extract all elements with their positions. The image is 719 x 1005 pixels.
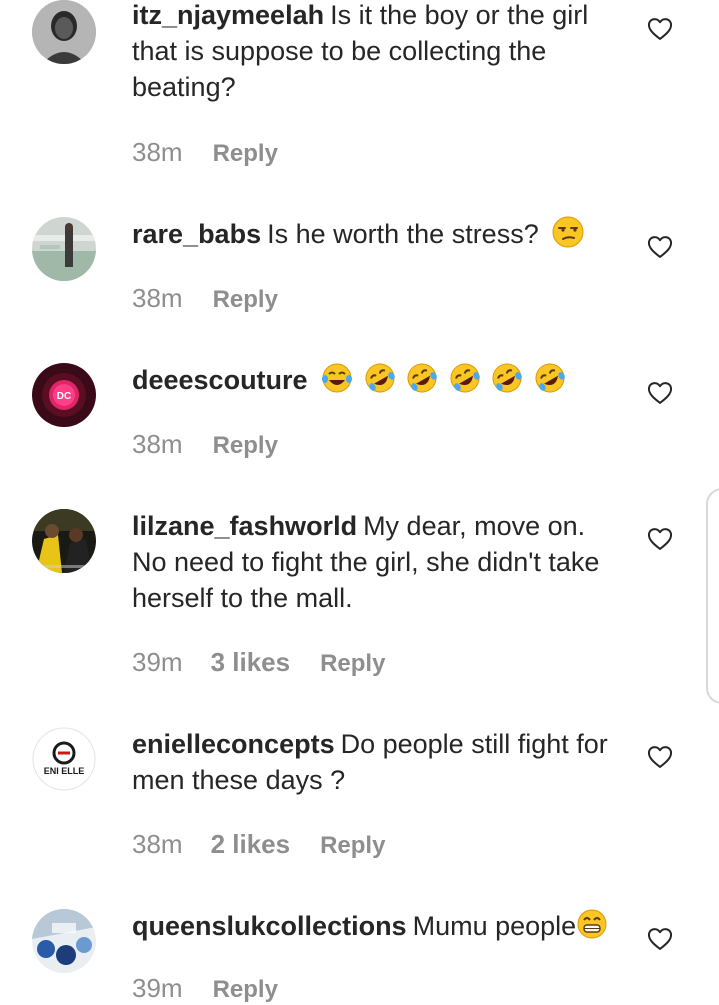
avatar[interactable]: ENI ELLE bbox=[32, 727, 96, 791]
reply-button[interactable]: Reply bbox=[213, 431, 278, 461]
reply-button[interactable]: Reply bbox=[213, 285, 278, 315]
unamused-face-icon bbox=[552, 216, 584, 248]
comment-text: Mumu people bbox=[412, 911, 577, 941]
rolling-on-floor-laughing-icon bbox=[492, 363, 522, 393]
side-panel-handle[interactable] bbox=[706, 488, 719, 704]
avatar-logo-text: ENI ELLE bbox=[44, 766, 85, 776]
comment-username[interactable]: enielleconcepts bbox=[132, 729, 335, 759]
likes-count[interactable]: 3 likes bbox=[211, 647, 291, 677]
heart-outline-icon[interactable] bbox=[646, 15, 674, 43]
rolling-on-floor-laughing-icon bbox=[450, 363, 480, 393]
reply-button[interactable]: Reply bbox=[320, 649, 385, 679]
avatar[interactable] bbox=[32, 217, 96, 281]
comment-meta: 39m 3 likes Reply bbox=[132, 647, 385, 679]
comment-username[interactable]: queenslukcollections bbox=[132, 911, 407, 941]
comment-username[interactable]: deeescouture bbox=[132, 365, 308, 395]
comment-text: Is he worth the stress? bbox=[267, 219, 539, 249]
heart-outline-icon[interactable] bbox=[646, 925, 674, 953]
rolling-on-floor-laughing-icon bbox=[407, 363, 437, 393]
comment-text-block: itz_njaymeelah Is it the boy or the girl … bbox=[132, 0, 622, 105]
rolling-on-floor-laughing-icon bbox=[365, 363, 395, 393]
likes-count[interactable]: 2 likes bbox=[211, 829, 291, 859]
comment-meta: 38m 2 likes Reply bbox=[132, 829, 385, 861]
comment-text-block: queenslukcollections Mumu people bbox=[132, 908, 622, 944]
reply-button[interactable]: Reply bbox=[213, 139, 278, 169]
avatar[interactable] bbox=[32, 509, 96, 573]
avatar[interactable] bbox=[32, 909, 96, 973]
comment-time: 38m bbox=[132, 429, 183, 459]
comment-time: 38m bbox=[132, 137, 183, 167]
comment-meta: 38m Reply bbox=[132, 429, 278, 461]
heart-outline-icon[interactable] bbox=[646, 525, 674, 553]
comment-time: 39m bbox=[132, 647, 183, 677]
comment-username[interactable]: itz_njaymeelah bbox=[132, 0, 324, 30]
heart-outline-icon[interactable] bbox=[646, 233, 674, 261]
comment-text-block: lilzane_fashworld My dear, move on. No ne… bbox=[132, 508, 622, 616]
comment-text-block: deeescouture bbox=[132, 362, 622, 398]
comment-time: 38m bbox=[132, 283, 183, 313]
comment-meta: 38m Reply bbox=[132, 283, 278, 315]
grinning-face-icon bbox=[577, 909, 607, 939]
avatar-logo-text: DC bbox=[57, 391, 71, 402]
comment-time: 39m bbox=[132, 973, 183, 1003]
reply-button[interactable]: Reply bbox=[213, 975, 278, 1005]
heart-outline-icon[interactable] bbox=[646, 379, 674, 407]
comment-username[interactable]: lilzane_fashworld bbox=[132, 511, 357, 541]
comment-username[interactable]: rare_babs bbox=[132, 219, 261, 249]
comment-meta: 39m Reply bbox=[132, 973, 278, 1005]
face-with-tears-of-joy-icon bbox=[322, 363, 353, 393]
avatar[interactable] bbox=[32, 0, 96, 64]
reply-button[interactable]: Reply bbox=[320, 831, 385, 861]
comment-text-block: enielleconcepts Do people still fight for… bbox=[132, 726, 622, 798]
heart-outline-icon[interactable] bbox=[646, 743, 674, 771]
avatar[interactable]: DC bbox=[32, 363, 96, 427]
comment-time: 38m bbox=[132, 829, 183, 859]
comment-meta: 38m Reply bbox=[132, 137, 278, 169]
rolling-on-floor-laughing-icon bbox=[535, 363, 565, 393]
comment-text-block: rare_babs Is he worth the stress? bbox=[132, 216, 622, 252]
